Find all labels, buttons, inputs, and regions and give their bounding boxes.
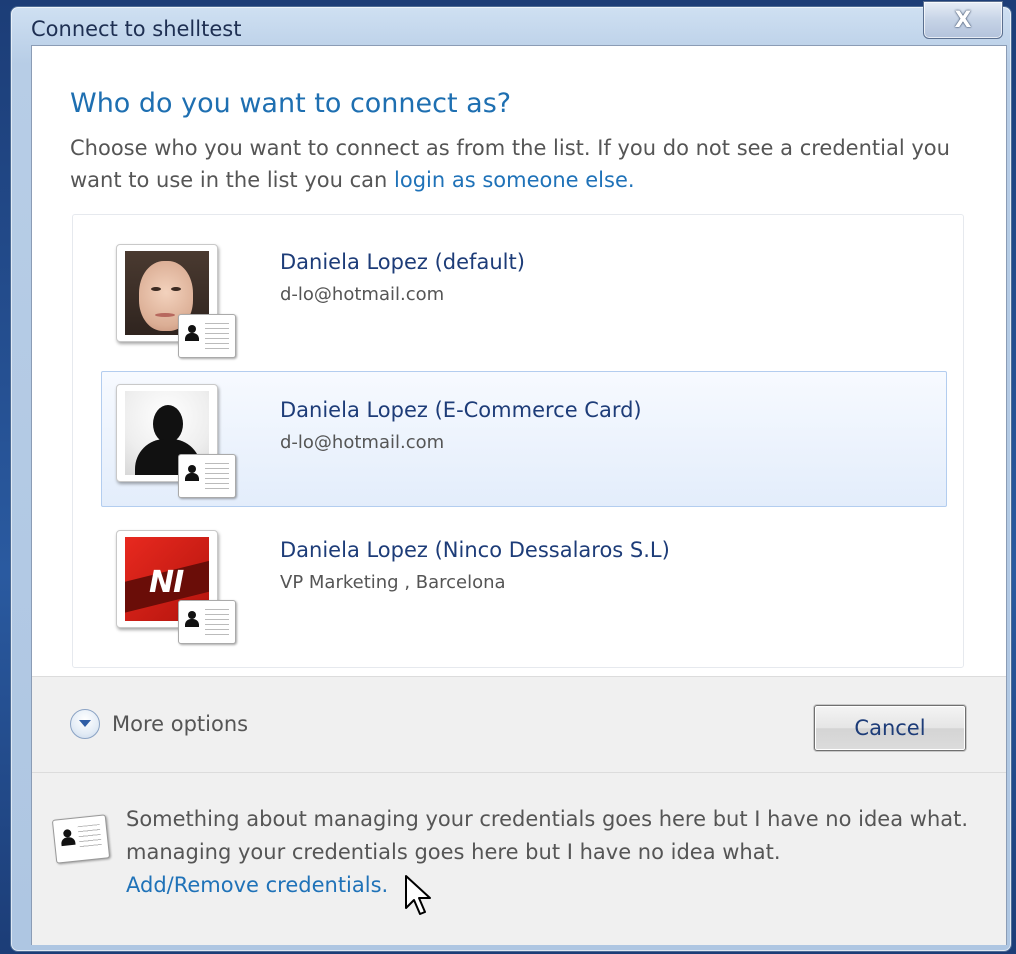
user-photo-icon — [116, 244, 236, 358]
silhouette-icon — [116, 384, 236, 498]
page-title: Who do you want to connect as? — [70, 88, 512, 119]
credential-name: Daniela Lopez (E-Commerce Card) — [280, 398, 642, 422]
credential-card-icon — [51, 814, 111, 864]
company-logo-text: NI — [149, 565, 184, 600]
credential-detail: VP Marketing , Barcelona — [280, 572, 506, 593]
login-as-someone-else-link[interactable]: login as someone else. — [394, 168, 635, 192]
card-badge-icon — [178, 454, 236, 498]
more-options-toggle[interactable]: More options — [70, 709, 248, 739]
options-bar: More options Cancel — [32, 676, 1006, 773]
instructions-text: Choose who you want to connect as from t… — [70, 132, 950, 196]
credential-item-company[interactable]: NI Daniela Lopez (Ninco Dessalaros S.L) … — [101, 511, 947, 647]
chevron-down-icon[interactable] — [70, 709, 100, 739]
window-title: Connect to shelltest — [31, 17, 242, 41]
close-button[interactable]: X — [923, 1, 1003, 39]
info-text: Something about managing your credential… — [126, 803, 986, 902]
mouse-cursor-icon — [405, 875, 431, 915]
card-badge-icon — [178, 600, 236, 644]
credential-name: Daniela Lopez (default) — [280, 250, 525, 274]
dialog-content: Who do you want to connect as? Choose wh… — [31, 45, 1007, 945]
cancel-button[interactable]: Cancel — [814, 705, 966, 751]
info-line-1: Something about managing your credential… — [126, 807, 969, 831]
credential-item-ecommerce[interactable]: Daniela Lopez (E-Commerce Card) d-lo@hot… — [101, 371, 947, 507]
more-options-label: More options — [112, 712, 249, 736]
credential-name: Daniela Lopez (Ninco Dessalaros S.L) — [280, 538, 670, 562]
add-remove-credentials-link[interactable]: Add/Remove credentials. — [126, 873, 388, 897]
dialog-window: Connect to shelltest X Who do you want t… — [10, 1, 1012, 952]
credential-detail: d-lo@hotmail.com — [280, 432, 445, 453]
close-icon: X — [954, 8, 972, 33]
company-logo-icon: NI — [116, 530, 236, 644]
title-bar[interactable]: Connect to shelltest X — [11, 1, 1011, 45]
credential-detail: d-lo@hotmail.com — [280, 284, 445, 305]
info-panel: Something about managing your credential… — [32, 772, 1006, 945]
card-badge-icon — [178, 314, 236, 358]
credential-item-default[interactable]: Daniela Lopez (default) d-lo@hotmail.com — [101, 223, 947, 359]
info-line-2: managing your credentials goes here but … — [126, 840, 781, 864]
credential-list: Daniela Lopez (default) d-lo@hotmail.com — [72, 214, 964, 668]
